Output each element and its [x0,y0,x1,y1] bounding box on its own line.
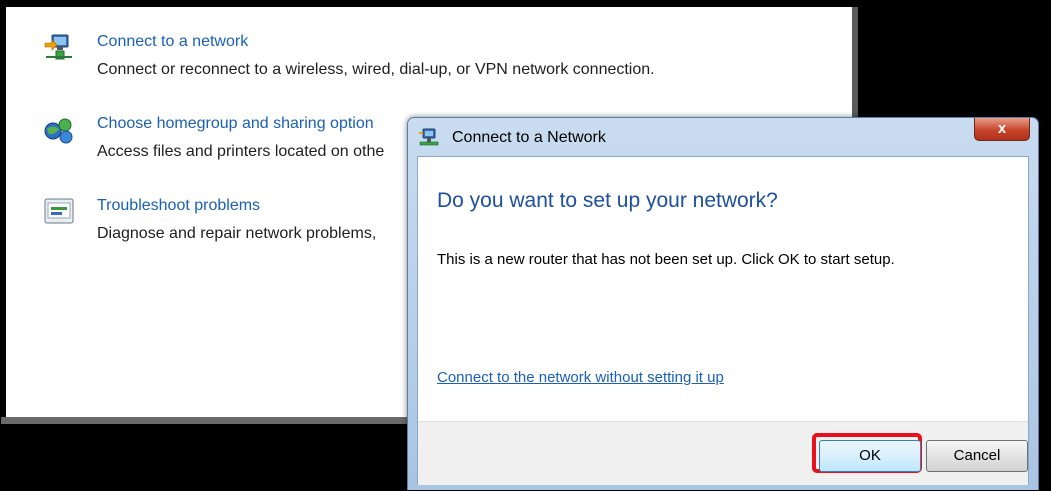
dialog-titlebar[interactable]: Connect to a Network x [408,118,1038,156]
connect-without-setup-link[interactable]: Connect to the network without setting i… [437,369,724,386]
troubleshoot-description: Diagnose and repair network problems, [97,225,377,242]
connect-network-link[interactable]: Connect to a network [97,33,248,51]
network-connect-icon [44,34,72,60]
screenshot-frame: Connect to a network Connect or reconnec… [0,0,1051,491]
dialog-button-bar: OK Cancel [418,421,1028,485]
close-icon: x [997,120,1007,137]
homegroup-sharing-link[interactable]: Choose homegroup and sharing option [97,115,374,133]
dialog-title: Connect to a Network [452,129,606,146]
connect-network-dialog: Connect to a Network x Do you want to se… [407,117,1039,490]
ok-button[interactable]: OK [819,440,921,472]
homegroup-icon [44,118,73,144]
close-button[interactable]: x [974,118,1030,141]
dialog-content: Do you want to set up your network? This… [417,156,1029,485]
troubleshoot-link[interactable]: Troubleshoot problems [97,197,260,215]
connect-network-description: Connect or reconnect to a wireless, wire… [97,61,655,78]
troubleshoot-icon [44,198,74,224]
homegroup-sharing-description: Access files and printers located on oth… [97,143,385,160]
network-icon [419,128,439,146]
dialog-heading: Do you want to set up your network? [437,189,778,212]
cancel-button[interactable]: Cancel [926,440,1028,472]
dialog-message: This is a new router that has not been s… [437,251,895,268]
